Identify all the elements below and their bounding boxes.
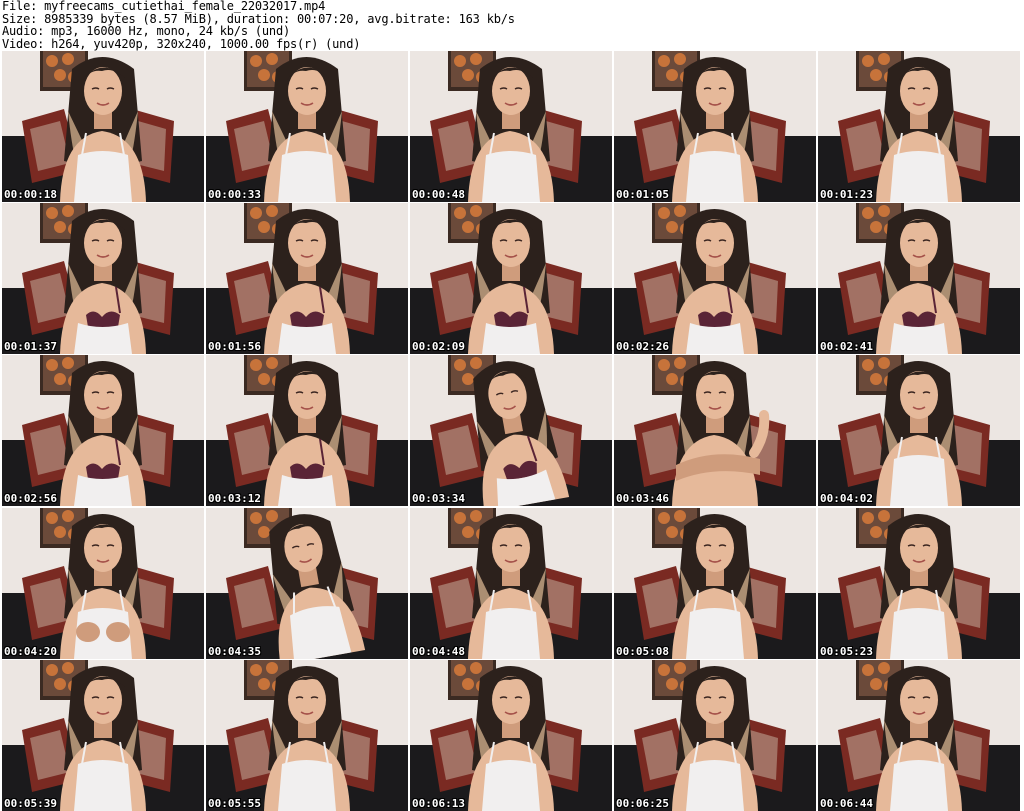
webcam-frame-image <box>206 508 408 659</box>
video-thumbnail: 00:01:37 <box>2 203 204 354</box>
video-thumbnail: 00:02:09 <box>410 203 612 354</box>
thumbnail-timestamp: 00:05:08 <box>616 645 669 658</box>
webcam-frame-image <box>206 660 408 811</box>
thumbnail-timestamp: 00:00:48 <box>412 188 465 201</box>
video-thumbnail: 00:04:02 <box>818 355 1020 506</box>
video-thumbnail: 00:03:34 <box>410 355 612 506</box>
thumbnail-timestamp: 00:01:37 <box>4 340 57 353</box>
webcam-frame-image <box>206 51 408 202</box>
thumbnail-timestamp: 00:03:34 <box>412 492 465 505</box>
webcam-frame-image <box>2 355 204 506</box>
video-thumbnail: 00:00:48 <box>410 51 612 202</box>
video-thumbnail: 00:00:33 <box>206 51 408 202</box>
thumbnail-timestamp: 00:04:20 <box>4 645 57 658</box>
thumbnail-timestamp: 00:05:23 <box>820 645 873 658</box>
thumbnail-timestamp: 00:05:55 <box>208 797 261 810</box>
video-thumbnail: 00:06:13 <box>410 660 612 811</box>
webcam-frame-image <box>410 51 612 202</box>
webcam-frame-image <box>410 355 612 506</box>
video-thumbnail: 00:06:25 <box>614 660 816 811</box>
video-thumbnail: 00:01:56 <box>206 203 408 354</box>
thumbnail-timestamp: 00:01:23 <box>820 188 873 201</box>
thumbnail-timestamp: 00:01:05 <box>616 188 669 201</box>
video-thumbnail: 00:02:26 <box>614 203 816 354</box>
webcam-frame-image <box>818 508 1020 659</box>
thumbnail-timestamp: 00:03:46 <box>616 492 669 505</box>
video-thumbnail: 00:05:23 <box>818 508 1020 659</box>
webcam-frame-image <box>614 51 816 202</box>
video-thumbnail: 00:00:18 <box>2 51 204 202</box>
webcam-frame-image <box>410 508 612 659</box>
webcam-frame-image <box>818 203 1020 354</box>
video-thumbnail: 00:04:35 <box>206 508 408 659</box>
thumbnail-timestamp: 00:06:25 <box>616 797 669 810</box>
video-thumbnail: 00:03:46 <box>614 355 816 506</box>
thumbnail-timestamp: 00:04:02 <box>820 492 873 505</box>
thumbnail-timestamp: 00:04:48 <box>412 645 465 658</box>
webcam-frame-image <box>818 355 1020 506</box>
thumbnail-timestamp: 00:02:56 <box>4 492 57 505</box>
video-thumbnail: 00:01:23 <box>818 51 1020 202</box>
webcam-frame-image <box>614 355 816 506</box>
webcam-frame-image <box>2 660 204 811</box>
webcam-frame-image <box>206 203 408 354</box>
video-thumbnail: 00:06:44 <box>818 660 1020 811</box>
video-thumbnail: 00:05:39 <box>2 660 204 811</box>
webcam-frame-image <box>614 508 816 659</box>
webcam-frame-image <box>614 203 816 354</box>
thumbnail-timestamp: 00:04:35 <box>208 645 261 658</box>
thumbnail-timestamp: 00:06:44 <box>820 797 873 810</box>
video-info-line: Video: h264, yuv420p, 320x240, 1000.00 f… <box>2 36 361 51</box>
thumbnail-timestamp: 00:00:18 <box>4 188 57 201</box>
webcam-frame-image <box>614 660 816 811</box>
video-thumbnail: 00:03:12 <box>206 355 408 506</box>
file-name-line: File: myfreecams_cutiethai_female_220320… <box>2 0 326 13</box>
video-thumbnail: 00:02:56 <box>2 355 204 506</box>
thumbnail-timestamp: 00:00:33 <box>208 188 261 201</box>
audio-info-line: Audio: mp3, 16000 Hz, mono, 24 kb/s (und… <box>2 24 291 38</box>
info-header: File: myfreecams_cutiethai_female_220320… <box>2 0 1022 50</box>
video-thumbnail: 00:04:48 <box>410 508 612 659</box>
thumbnail-timestamp: 00:05:39 <box>4 797 57 810</box>
video-thumbnail: 00:05:08 <box>614 508 816 659</box>
thumbnail-timestamp: 00:06:13 <box>412 797 465 810</box>
video-thumbnail: 00:02:41 <box>818 203 1020 354</box>
webcam-frame-image <box>410 660 612 811</box>
video-thumbnail: 00:01:05 <box>614 51 816 202</box>
thumbnail-grid: 00:00:18 00:00:33 00:00:48 00:01:05 00:01:23… <box>0 51 1024 811</box>
thumbnail-timestamp: 00:02:41 <box>820 340 873 353</box>
webcam-frame-image <box>410 203 612 354</box>
webcam-frame-image <box>2 203 204 354</box>
webcam-frame-image <box>2 51 204 202</box>
thumbnail-timestamp: 00:02:26 <box>616 340 669 353</box>
video-thumbnail: 00:04:20 <box>2 508 204 659</box>
thumbnail-timestamp: 00:02:09 <box>412 340 465 353</box>
webcam-frame-image <box>206 355 408 506</box>
webcam-frame-image <box>818 51 1020 202</box>
thumbnail-timestamp: 00:03:12 <box>208 492 261 505</box>
thumbnail-timestamp: 00:01:56 <box>208 340 261 353</box>
webcam-frame-image <box>818 660 1020 811</box>
video-thumbnail: 00:05:55 <box>206 660 408 811</box>
webcam-frame-image <box>2 508 204 659</box>
